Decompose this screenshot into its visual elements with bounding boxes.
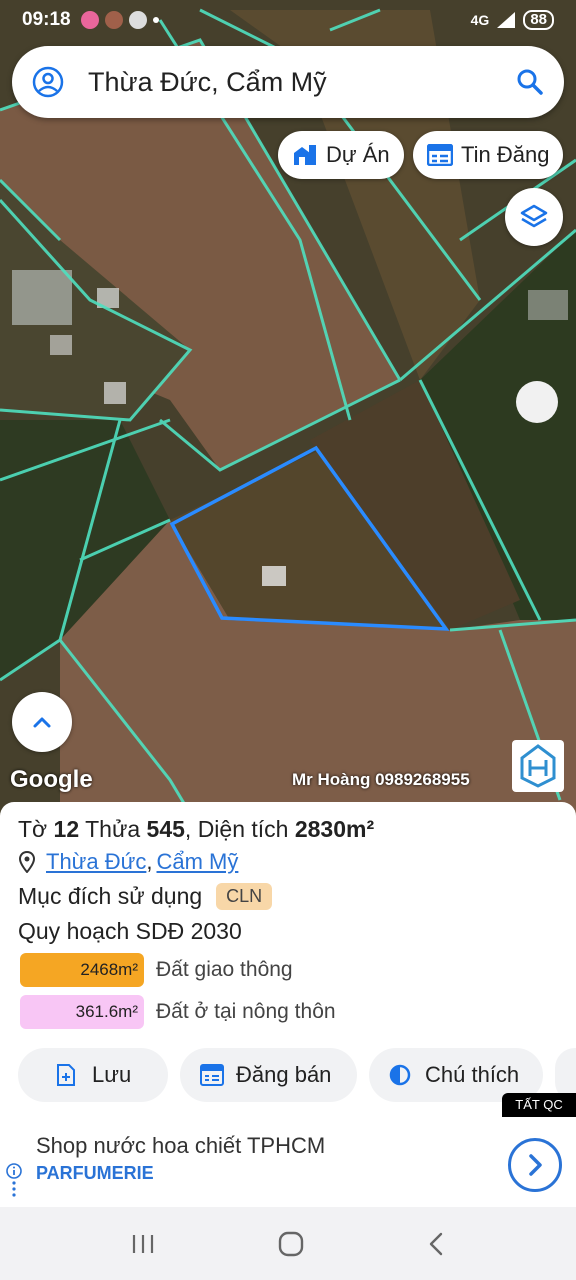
district-link[interactable]: Cẩm Mỹ (157, 849, 239, 875)
status-right: 4G 88 (471, 10, 554, 30)
commune-link[interactable]: Thừa Đức (46, 849, 146, 875)
location-comma: , (146, 849, 153, 874)
satellite-map[interactable] (0, 0, 576, 830)
map-control-dot[interactable] (516, 381, 558, 423)
zone-name: Đất giao thông (156, 958, 293, 981)
land-use-purpose: Mục đích sử dụng CLN (18, 883, 558, 910)
ad-open-button[interactable] (508, 1138, 562, 1192)
notification-icons (80, 11, 159, 29)
area-label: Diện tích (197, 816, 289, 842)
layers-icon (520, 204, 548, 228)
parcel-title: Tờ 12 Thửa 545, Diện tích 2830m² (18, 816, 558, 843)
recent-apps-icon[interactable] (130, 1233, 156, 1255)
parcel-info-sheet: Tờ 12 Thửa 545, Diện tích 2830m² Thừa Đứ… (0, 802, 576, 1120)
listings-chip[interactable]: Tin Đăng (413, 131, 564, 179)
ad-banner[interactable]: Shop nước hoa chiết TPHCM PARFUMERIE (0, 1117, 576, 1207)
ad-sponsor: PARFUMERIE (36, 1163, 154, 1183)
legend-label: Chú thích (425, 1062, 520, 1087)
zone-name: Đất ở tại nông thôn (156, 1000, 336, 1023)
search-query[interactable]: Thừa Đức, Cẩm Mỹ (88, 67, 516, 98)
post-listing-icon (200, 1064, 224, 1086)
save-icon (57, 1064, 75, 1086)
purpose-code-badge: CLN (216, 883, 273, 910)
sheet-number: 12 (53, 816, 80, 842)
map-watermark: Mr Hoàng 0989268955 (292, 770, 470, 789)
save-label: Lưu (92, 1062, 132, 1087)
status-bar: 09:18 4G 88 (0, 0, 576, 40)
layers-button[interactable] (505, 188, 563, 246)
account-icon[interactable] (32, 66, 64, 98)
post-for-sale-label: Đăng bán (236, 1062, 332, 1087)
ad-headline: Shop nước hoa chiết TPHCM (36, 1133, 326, 1158)
network-type: 4G (470, 12, 490, 28)
legend-contrast-icon (389, 1064, 411, 1086)
zone-area-swatch: 2468m² (20, 953, 144, 987)
map-imagery (0, 0, 576, 830)
screen: 09:18 4G 88 Thừa Đức, Cẩm Mỹ Dự Án Tin Đ… (0, 0, 576, 1280)
building-icon (294, 145, 316, 165)
plot-label: Thửa (85, 816, 141, 842)
projects-chip[interactable]: Dự Án (278, 131, 404, 179)
area-value: 2830m² (294, 816, 375, 842)
zone-row: 361.6m² Đất ở tại nông thôn (18, 995, 558, 1029)
close-ad-button[interactable]: TẤT QC (502, 1093, 576, 1117)
app-notification-icon (80, 11, 99, 29)
chevron-up-icon (33, 717, 51, 728)
back-icon[interactable] (426, 1231, 446, 1257)
location-pin-icon (18, 851, 36, 873)
ad-info-icon[interactable] (6, 1163, 22, 1202)
save-button[interactable]: Lưu (18, 1048, 168, 1102)
app-notification-icon (104, 11, 123, 29)
action-buttons: Lưu Đăng bán Chú thích (0, 1048, 576, 1106)
purpose-label: Mục đích sử dụng (18, 883, 203, 909)
search-bar[interactable]: Thừa Đức, Cẩm Mỹ (12, 46, 564, 118)
brand-logo (512, 740, 564, 792)
home-icon[interactable] (277, 1230, 305, 1258)
more-notifications-icon (152, 17, 159, 23)
status-time: 09:18 (22, 9, 71, 30)
info-icon (6, 1163, 22, 1197)
plan-title: Quy hoạch SDĐ 2030 (18, 918, 242, 944)
plot-number: 545 (146, 816, 185, 842)
sheet-label: Tờ (18, 816, 48, 842)
post-for-sale-button[interactable]: Đăng bán (180, 1048, 357, 1102)
listings-icon (427, 144, 453, 166)
brand-logo-mark (520, 744, 556, 788)
battery-indicator: 88 (523, 10, 554, 30)
zone-area-swatch: 361.6m² (20, 995, 144, 1029)
expand-up-button[interactable] (12, 692, 72, 752)
chevron-right-icon (529, 1154, 542, 1176)
google-attribution: Google (10, 766, 93, 793)
search-icon[interactable] (516, 68, 544, 96)
title-comma: , (184, 816, 192, 842)
zone-row: 2468m² Đất giao thông (18, 953, 558, 987)
projects-chip-label: Dự Án (326, 142, 390, 167)
listings-chip-label: Tin Đăng (461, 142, 550, 167)
app-notification-icon (128, 11, 147, 29)
system-nav-bar (0, 1207, 576, 1280)
signal-icon (497, 12, 516, 28)
parcel-location: Thừa Đức, Cẩm Mỹ (18, 849, 558, 875)
